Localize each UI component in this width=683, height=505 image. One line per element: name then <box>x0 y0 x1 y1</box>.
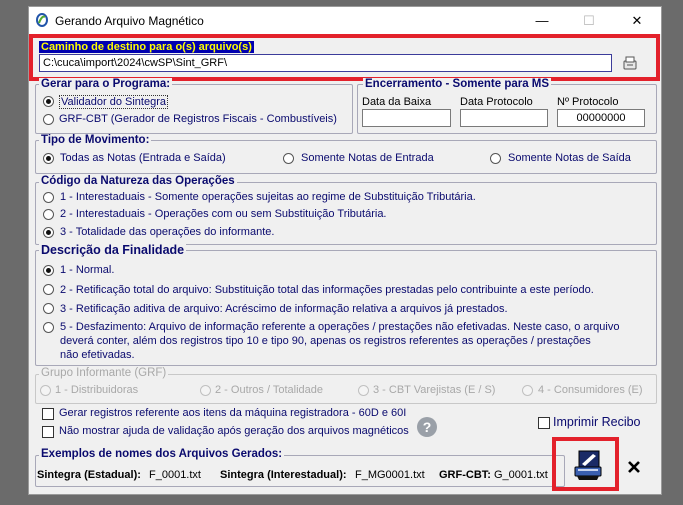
purpose-option-label-line2: deverá conter, além dos registros tipo 1… <box>60 335 591 347</box>
closing-group-title: Encerramento - Somente para MS <box>363 78 552 90</box>
nature-option-label: 3 - Totalidade das operações do informan… <box>60 226 275 238</box>
radio-program-sintegra[interactable] <box>43 96 54 107</box>
cancel-icon[interactable] <box>628 461 640 473</box>
movement-option-label: Todas as Notas (Entrada e Saída) <box>60 152 226 164</box>
print-receipt-checkbox[interactable] <box>538 417 550 429</box>
no-help-label: Não mostrar ajuda de validação após gera… <box>59 425 409 437</box>
radio-purpose-2[interactable] <box>43 284 54 295</box>
grf-option-label: 4 - Consumidores (E) <box>538 384 643 396</box>
radio-grf-1[interactable] <box>40 385 51 396</box>
protocol-number-label: Nº Protocolo <box>557 96 619 108</box>
destination-label: Caminho de destino para o(s) arquivo(s) <box>39 41 254 53</box>
radio-nature-3[interactable] <box>43 227 54 238</box>
title-bar: Gerando Arquivo Magnético — ☐ ✕ <box>29 7 661 34</box>
maximize-button[interactable]: ☐ <box>566 7 612 34</box>
radio-grf-4[interactable] <box>522 385 533 396</box>
nature-option-label: 2 - Interestaduais - Operações com ou se… <box>60 208 387 220</box>
radio-purpose-1[interactable] <box>43 265 54 276</box>
purpose-option-label: 3 - Retificação aditiva de arquivo: Acré… <box>60 303 508 315</box>
purpose-option-label: 5 - Desfazimento: Arquivo de informação … <box>60 321 620 333</box>
nature-option-label: 1 - Interestaduais - Somente operações s… <box>60 191 476 203</box>
close-window-button[interactable]: ✕ <box>614 7 660 34</box>
purpose-group-title: Descrição da Finalidade <box>39 243 187 257</box>
purpose-option-label: 2 - Retificação total do arquivo: Substi… <box>60 284 594 296</box>
movement-option-label: Somente Notas de Entrada <box>301 152 434 164</box>
movement-option-label: Somente Notas de Saída <box>508 152 631 164</box>
app-icon <box>36 13 48 27</box>
examples-group-title: Exemplos de nomes dos Arquivos Gerados: <box>39 448 285 460</box>
radio-nature-2[interactable] <box>43 209 54 220</box>
radio-movement-entry[interactable] <box>283 153 294 164</box>
example-label: GRF-CBT: <box>439 469 491 481</box>
example-value: G_0001.txt <box>494 469 548 481</box>
generate-files-button[interactable] <box>571 449 605 483</box>
help-icon[interactable]: ? <box>417 417 437 437</box>
radio-purpose-5[interactable] <box>43 322 54 333</box>
window-title: Gerando Arquivo Magnético <box>55 14 204 28</box>
example-label: Sintegra (Interestadual): <box>220 469 347 481</box>
no-help-checkbox[interactable] <box>42 426 54 438</box>
protocol-number-input[interactable] <box>557 109 645 127</box>
radio-grf-2[interactable] <box>200 385 211 396</box>
program-group <box>35 84 353 134</box>
baixa-date-label: Data da Baixa <box>362 96 432 108</box>
program-option-label: GRF-CBT (Gerador de Registros Fiscais - … <box>59 113 337 125</box>
example-value: F_MG0001.txt <box>355 469 425 481</box>
purpose-option-label: 1 - Normal. <box>60 264 115 276</box>
register-machine-label: Gerar registros referente aos itens da m… <box>59 407 407 419</box>
grf-group-title: Grupo Informante (GRF) <box>39 367 169 379</box>
destination-path-input[interactable] <box>39 54 612 72</box>
minimize-button[interactable]: — <box>519 7 565 34</box>
nature-group-title: Código da Natureza das Operações <box>39 175 237 187</box>
print-receipt-label: Imprimir Recibo <box>553 415 641 429</box>
baixa-date-input[interactable] <box>362 109 451 127</box>
protocol-date-label: Data Protocolo <box>460 96 533 108</box>
program-option-label: Validador do Sintegra <box>59 95 168 109</box>
program-group-title: Gerar para o Programa: <box>39 78 173 90</box>
grf-option-label: 1 - Distribuidoras <box>55 384 139 396</box>
register-machine-checkbox[interactable] <box>42 408 54 420</box>
radio-purpose-3[interactable] <box>43 303 54 314</box>
grf-option-label: 3 - CBT Varejistas (E / S) <box>373 384 496 396</box>
example-value: F_0001.txt <box>149 469 201 481</box>
purpose-option-label-line3: não efetivadas. <box>60 349 135 361</box>
radio-movement-all[interactable] <box>43 153 54 164</box>
browse-folder-icon[interactable] <box>621 54 639 72</box>
radio-nature-1[interactable] <box>43 192 54 203</box>
dialog-window: Gerando Arquivo Magnético — ☐ ✕ Caminho … <box>28 6 662 495</box>
protocol-date-input[interactable] <box>460 109 548 127</box>
radio-movement-exit[interactable] <box>490 153 501 164</box>
radio-grf-3[interactable] <box>358 385 369 396</box>
radio-program-grf[interactable] <box>43 114 54 125</box>
example-label: Sintegra (Estadual): <box>37 469 141 481</box>
movement-group-title: Tipo de Movimento: <box>39 134 152 146</box>
grf-option-label: 2 - Outros / Totalidade <box>215 384 324 396</box>
